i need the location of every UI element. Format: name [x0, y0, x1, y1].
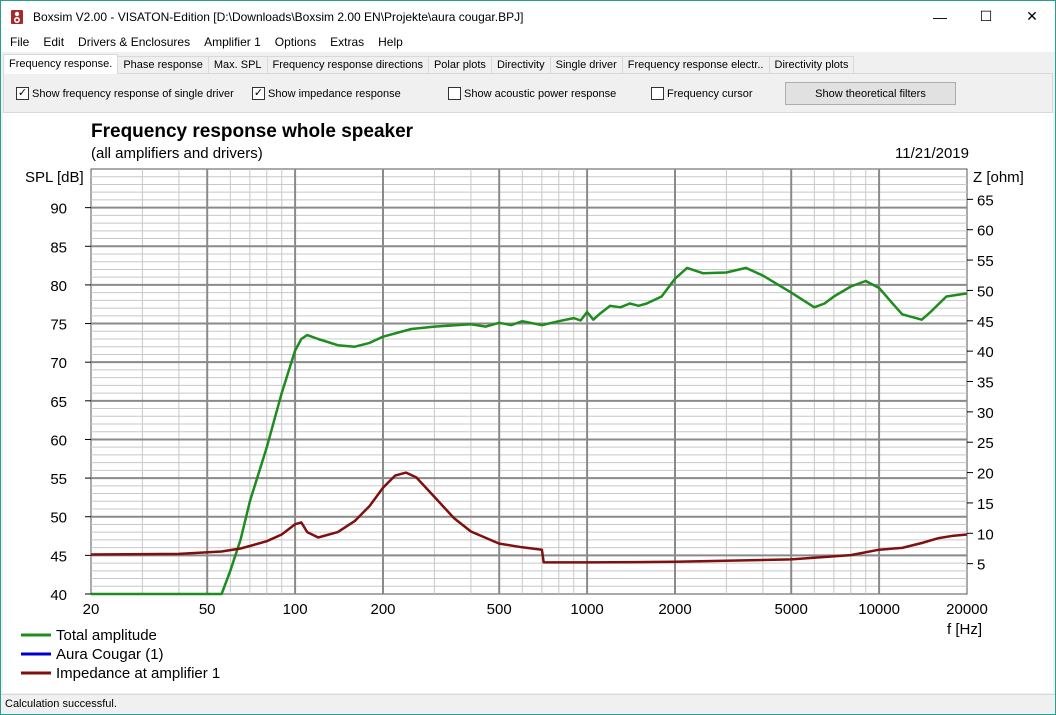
checkbox-frequency-cursor-label: Frequency cursor [667, 87, 753, 100]
y2-tick-label: 40 [977, 344, 994, 361]
checkbox-single-driver-box[interactable]: ✓ [16, 87, 29, 100]
y2-axis-label: Z [ohm] [973, 169, 1024, 186]
checkbox-frequency-cursor-box[interactable] [651, 87, 664, 100]
y-tick-label: 45 [50, 548, 67, 565]
plot-frame [90, 168, 968, 595]
x-tick-label: 50 [199, 601, 216, 618]
y2-tick-label: 15 [977, 496, 994, 513]
y2-tick-label: 20 [977, 466, 994, 483]
chart-title: Frequency response whole speaker [91, 121, 414, 142]
maximize-button[interactable]: ☐ [963, 1, 1009, 32]
series-line-1 [91, 266, 968, 596]
tab-frequency-response[interactable]: Frequency response. [3, 54, 119, 74]
y2-tick-label: 45 [977, 314, 994, 331]
x-axis-label: f [Hz] [947, 621, 982, 638]
window-title: Boxsim V2.00 - VISATON-Edition [D:\Downl… [33, 9, 524, 24]
y-tick-label: 60 [50, 432, 67, 449]
y2-tick-label: 35 [977, 375, 994, 392]
menu-file[interactable]: File [3, 35, 36, 49]
y2-tick-label: 10 [977, 526, 994, 543]
series-lines [90, 266, 968, 596]
tab-max-spl[interactable]: Max. SPL [207, 56, 268, 74]
x-tick-label: 5000 [775, 601, 808, 618]
checkbox-acoustic-power[interactable]: Show acoustic power response [448, 87, 616, 100]
close-button[interactable]: ✕ [1009, 1, 1055, 32]
legend-label-2: Aura Cougar (1) [56, 646, 164, 663]
legend-label-3: Impedance at amplifier 1 [56, 665, 220, 682]
tab-strip: Frequency response. Phase response Max. … [3, 54, 855, 74]
tab-frequency-response-electrical[interactable]: Frequency response electr.. [621, 56, 770, 74]
tab-single-driver[interactable]: Single driver [549, 56, 623, 74]
menu-extras[interactable]: Extras [323, 35, 371, 49]
tab-polar-plots[interactable]: Polar plots [427, 56, 492, 74]
y-tick-label: 85 [50, 239, 67, 256]
tab-directivity[interactable]: Directivity [490, 56, 551, 74]
tab-phase-response[interactable]: Phase response [117, 56, 209, 74]
chart-date: 11/21/2019 [895, 145, 969, 162]
title-bar[interactable]: Boxsim V2.00 - VISATON-Edition [D:\Downl… [1, 1, 1055, 32]
frequency-response-chart: Frequency response whole speaker (all am… [21, 121, 1024, 682]
y2-tick-label: 50 [977, 283, 994, 300]
checkbox-impedance[interactable]: ✓ Show impedance response [252, 87, 401, 100]
menu-amplifier-1[interactable]: Amplifier 1 [197, 35, 268, 49]
options-bar: ✓ Show frequency response of single driv… [3, 73, 1053, 113]
x-tick-label: 1000 [570, 601, 603, 618]
status-bar: Calculation successful. [1, 694, 1055, 714]
legend: Total amplitude Aura Cougar (1) Impedance … [21, 627, 220, 682]
checkbox-single-driver-label: Show frequency response of single driver [32, 87, 234, 100]
checkbox-acoustic-power-box[interactable] [448, 87, 461, 100]
x-tick-label: 100 [283, 601, 308, 618]
menu-bar: File Edit Drivers & Enclosures Amplifier… [1, 32, 1055, 52]
menu-help[interactable]: Help [371, 35, 410, 49]
y-tick-label: 80 [50, 278, 67, 295]
y2-tick-label: 30 [977, 405, 994, 422]
y-tick-label: 90 [50, 201, 67, 218]
y2-tick-label: 55 [977, 253, 994, 270]
checkbox-single-driver[interactable]: ✓ Show frequency response of single driv… [16, 87, 234, 100]
chart-area: Frequency response whole speaker (all am… [3, 113, 1053, 693]
y-tick-label: 50 [50, 510, 67, 527]
x-tick-label: 20 [83, 601, 100, 618]
tab-directivity-plots[interactable]: Directivity plots [768, 56, 855, 74]
y2-tick-label: 60 [977, 223, 994, 240]
x-tick-label: 20000 [946, 601, 988, 618]
x-tick-label: 500 [487, 601, 512, 618]
menu-drivers-enclosures[interactable]: Drivers & Enclosures [71, 35, 197, 49]
y-tick-label: 75 [50, 317, 67, 334]
x-tick-label: 2000 [658, 601, 691, 618]
checkbox-impedance-label: Show impedance response [268, 87, 401, 100]
minimize-button[interactable]: — [917, 1, 963, 32]
x-tick-label: 10000 [858, 601, 900, 618]
menu-options[interactable]: Options [268, 35, 323, 49]
checkbox-impedance-box[interactable]: ✓ [252, 87, 265, 100]
grid [90, 168, 968, 595]
chart-subtitle: (all amplifiers and drivers) [91, 145, 263, 162]
tab-frequency-response-directions[interactable]: Frequency response directions [266, 56, 429, 74]
y2-tick-label: 65 [977, 192, 994, 209]
menu-edit[interactable]: Edit [36, 35, 71, 49]
y2-tick-label: 25 [977, 435, 994, 452]
y-tick-label: 65 [50, 394, 67, 411]
app-icon [11, 9, 23, 24]
y-tick-label: 55 [50, 471, 67, 488]
y-tick-label: 70 [50, 355, 67, 372]
x-tick-label: 200 [370, 601, 395, 618]
checkbox-frequency-cursor[interactable]: Frequency cursor [651, 87, 753, 100]
y-axis-label: SPL [dB] [25, 169, 84, 186]
main-window: Boxsim V2.00 - VISATON-Edition [D:\Downl… [0, 0, 1056, 715]
legend-label-1: Total amplitude [56, 627, 157, 644]
y2-tick-label: 5 [977, 557, 985, 574]
show-theoretical-filters-button[interactable]: Show theoretical filters [785, 82, 956, 105]
y-tick-label: 40 [50, 587, 67, 604]
checkbox-acoustic-power-label: Show acoustic power response [464, 87, 617, 100]
